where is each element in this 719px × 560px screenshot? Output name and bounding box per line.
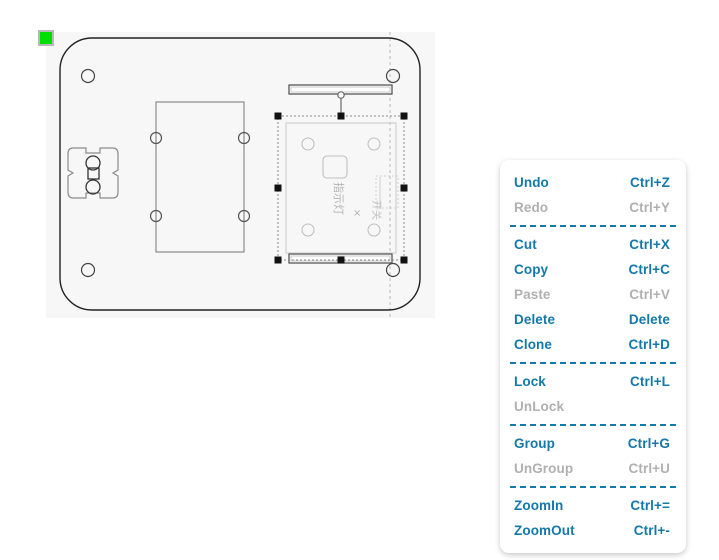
resize-handle-e[interactable]	[400, 184, 408, 192]
menu-separator	[510, 486, 676, 488]
corner-hole-bottom-right[interactable]	[385, 262, 401, 278]
resize-handle-w[interactable]	[274, 184, 282, 192]
menu-item-label: Paste	[514, 287, 551, 302]
menu-item-ungroup: UnGroup Ctrl+U	[500, 456, 686, 481]
close-mark-label: ×	[353, 208, 361, 219]
selected-hole-tr	[367, 137, 381, 151]
menu-item-label: Cut	[514, 237, 537, 252]
menu-item-label: Lock	[514, 374, 546, 389]
selected-hole-bl	[301, 223, 315, 237]
menu-item-label: Delete	[514, 312, 556, 327]
menu-item-shortcut: Ctrl+Y	[629, 200, 670, 215]
menu-separator	[510, 225, 676, 227]
resize-handle-se[interactable]	[400, 256, 408, 264]
context-menu[interactable]: Undo Ctrl+Z Redo Ctrl+Y Cut Ctrl+X Copy Ctrl+C P…	[500, 160, 686, 553]
center-component-rect[interactable]	[149, 101, 251, 253]
resize-handle-n[interactable]	[337, 112, 345, 120]
cad-vector-drawing: 指示灯 × 开关	[59, 32, 421, 318]
menu-item-shortcut: Ctrl+L	[630, 374, 670, 389]
menu-item-copy[interactable]: Copy Ctrl+C	[500, 257, 686, 282]
menu-item-label: Copy	[514, 262, 549, 277]
menu-item-undo[interactable]: Undo Ctrl+Z	[500, 170, 686, 195]
menu-item-shortcut: Ctrl+Z	[630, 175, 670, 190]
menu-item-group[interactable]: Group Ctrl+G	[500, 431, 686, 456]
resize-handle-sw[interactable]	[274, 256, 282, 264]
menu-item-zoomout[interactable]: ZoomOut Ctrl+-	[500, 518, 686, 543]
menu-item-label: Redo	[514, 200, 549, 215]
menu-item-unlock: UnLock	[500, 394, 686, 419]
menu-item-delete[interactable]: Delete Delete	[500, 307, 686, 332]
menu-item-shortcut: Ctrl+=	[630, 498, 670, 513]
menu-item-shortcut: Ctrl+-	[633, 523, 670, 538]
menu-item-clone[interactable]: Clone Ctrl+D	[500, 332, 686, 357]
cad-drawing-canvas[interactable]: 指示灯 × 开关	[46, 32, 435, 318]
corner-hole-top-right[interactable]	[385, 68, 401, 84]
menu-item-redo: Redo Ctrl+Y	[500, 195, 686, 220]
resize-handle-s[interactable]	[337, 256, 345, 264]
menu-item-shortcut: Delete	[628, 312, 670, 327]
menu-item-cut[interactable]: Cut Ctrl+X	[500, 232, 686, 257]
bracket-hole-lower	[85, 179, 101, 195]
menu-separator	[510, 424, 676, 426]
menu-separator	[510, 362, 676, 364]
menu-item-shortcut: Ctrl+G	[627, 436, 670, 451]
menu-item-shortcut: Ctrl+C	[628, 262, 670, 277]
menu-item-lock[interactable]: Lock Ctrl+L	[500, 369, 686, 394]
menu-item-shortcut: Ctrl+V	[629, 287, 670, 302]
selected-panel-group[interactable]: 指示灯 × 开关	[274, 91, 408, 264]
menu-item-paste: Paste Ctrl+V	[500, 282, 686, 307]
menu-item-shortcut: Ctrl+X	[629, 237, 670, 252]
selected-hole-br	[367, 223, 381, 237]
resize-handle-nw[interactable]	[274, 112, 282, 120]
menu-item-label: UnLock	[514, 399, 565, 414]
menu-item-label: ZoomIn	[514, 498, 564, 513]
menu-item-shortcut: Ctrl+U	[628, 461, 670, 476]
rotation-handle[interactable]	[337, 91, 345, 99]
menu-item-zoomin[interactable]: ZoomIn Ctrl+=	[500, 493, 686, 518]
indicator-light-label: 指示灯	[332, 182, 346, 215]
menu-item-label: Group	[514, 436, 555, 451]
resize-handle-ne[interactable]	[400, 112, 408, 120]
menu-item-label: ZoomOut	[514, 523, 575, 538]
menu-item-label: Undo	[514, 175, 549, 190]
menu-item-label: Clone	[514, 337, 553, 352]
menu-item-label: UnGroup	[514, 461, 574, 476]
corner-hole-bottom-left[interactable]	[80, 262, 96, 278]
corner-hole-top-left[interactable]	[80, 68, 96, 84]
origin-marker[interactable]	[38, 30, 54, 46]
menu-item-shortcut: Ctrl+D	[628, 337, 670, 352]
selected-hole-tl	[301, 137, 315, 151]
button-cutout	[322, 155, 348, 179]
connector-bracket[interactable]	[67, 147, 119, 199]
